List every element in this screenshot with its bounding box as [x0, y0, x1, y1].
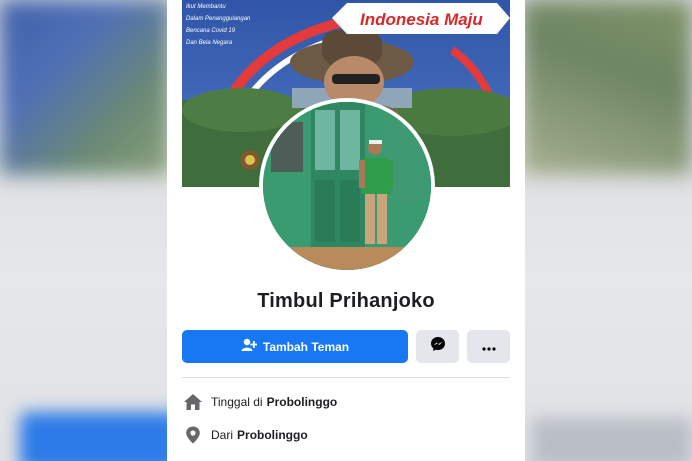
profile-picture[interactable] [259, 98, 435, 274]
add-friend-button[interactable]: Tambah Teman [182, 330, 408, 363]
info-from: Dari Probolinggo [182, 424, 510, 446]
info-lives-in: Tinggal di Probolinggo [182, 391, 510, 413]
location-pin-icon [182, 426, 204, 444]
avatar-image [263, 102, 431, 270]
blurred-cover-right [522, 0, 692, 175]
messenger-icon [430, 336, 446, 357]
more-options-button[interactable] [467, 330, 510, 363]
blurred-button-right [532, 418, 692, 461]
svg-text:Bencana Covid 19: Bencana Covid 19 [186, 28, 236, 34]
svg-text:Dalam Penanggulangan: Dalam Penanggulangan [186, 16, 251, 22]
svg-text:Dan Bela Negara: Dan Bela Negara [186, 40, 233, 46]
home-icon [182, 393, 204, 411]
section-divider [182, 377, 510, 378]
blurred-cover-left [0, 0, 170, 175]
lives-place[interactable]: Probolinggo [267, 395, 338, 409]
avatar [263, 102, 431, 270]
add-friend-icon [241, 338, 258, 355]
svg-text:Ikut Membantu: Ikut Membantu [186, 4, 226, 10]
blurred-button-left [20, 412, 180, 461]
profile-name: Timbul Prihanjoko [257, 290, 435, 312]
add-friend-label: Tambah Teman [262, 339, 350, 354]
from-place[interactable]: Probolinggo [237, 428, 308, 442]
lives-prefix: Tinggal di [211, 395, 263, 409]
messenger-button[interactable] [416, 330, 459, 363]
more-icon [481, 338, 496, 356]
from-prefix: Dari [211, 428, 234, 442]
profile-actions: Tambah Teman [182, 330, 510, 363]
profile-card: Indonesia Maju Ikut Membantu Dalam Penan… [167, 0, 525, 461]
svg-text:Indonesia Maju: Indonesia Maju [360, 10, 483, 29]
